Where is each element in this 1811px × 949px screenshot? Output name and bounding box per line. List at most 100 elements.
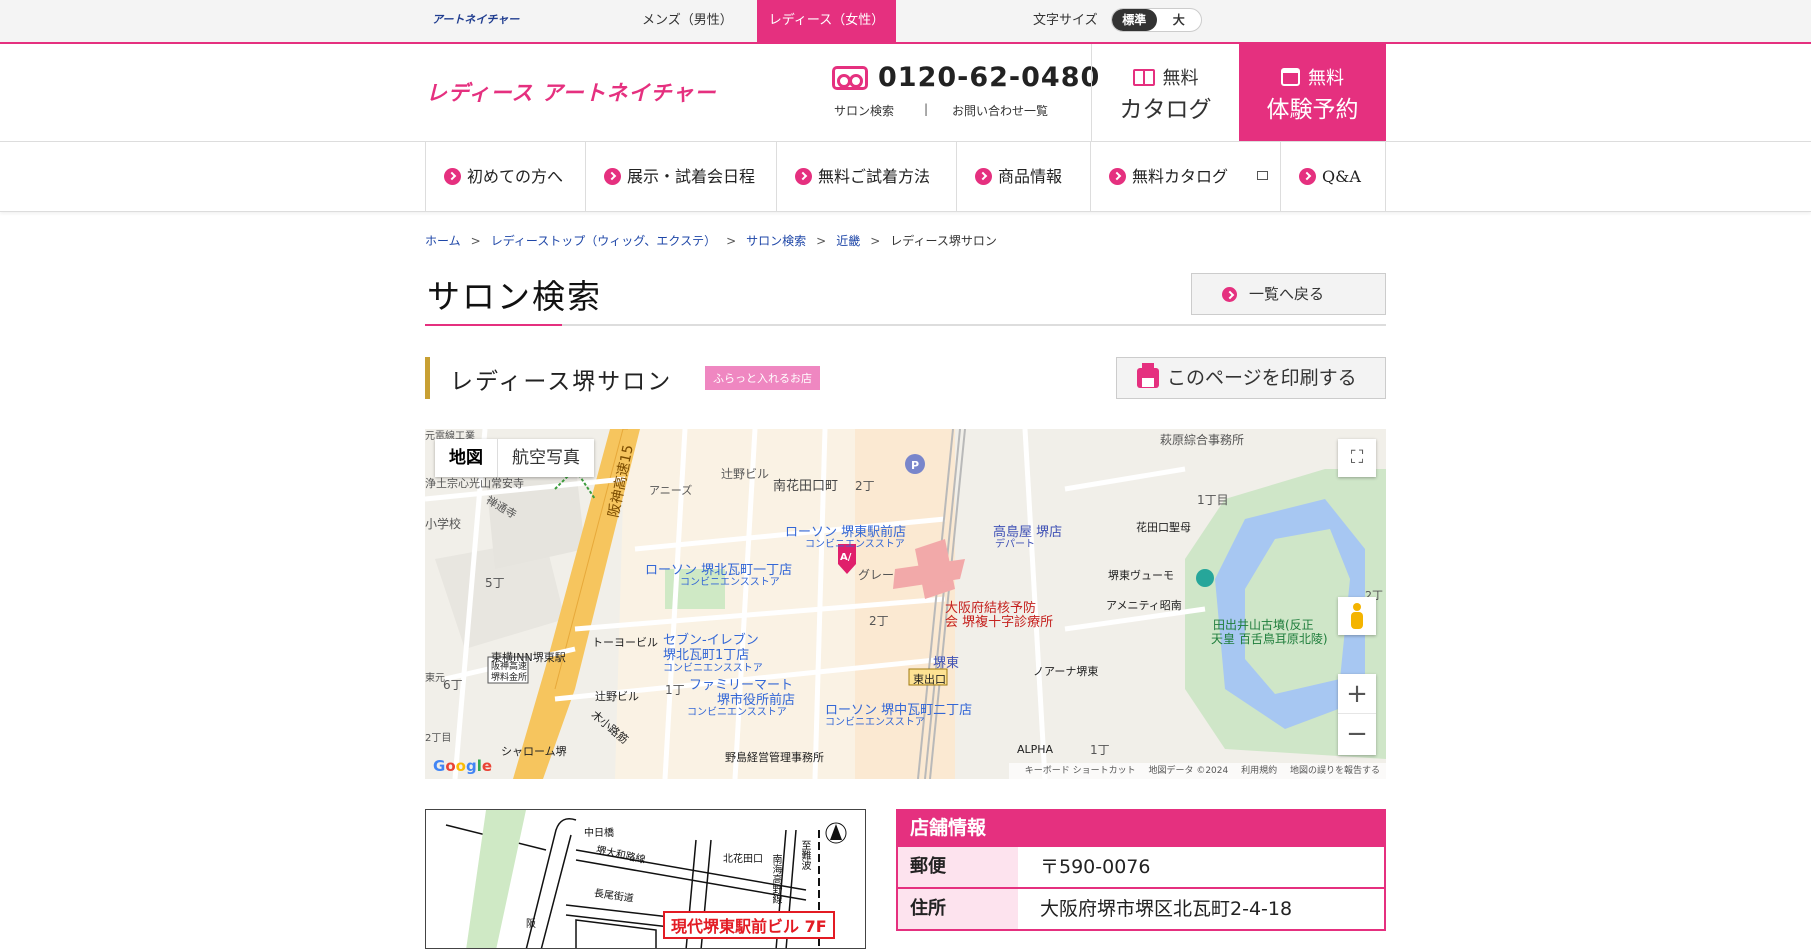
global-nav: 初めての方へ 展示・試着会日程 無料ご試着方法 商品情報 無料カタログ Q&A [0, 142, 1811, 212]
postal-value: 〒590-0076 [1040, 856, 1151, 878]
map-label: シャローム堺 [501, 745, 567, 758]
map-label: 堺東ヴューモ [1108, 569, 1174, 582]
breadcrumb-home[interactable]: ホーム [425, 234, 461, 248]
nav-first-time[interactable]: 初めての方へ [425, 142, 585, 211]
trial-label: 体験予約 [1266, 97, 1359, 123]
free-trial-booking-button[interactable]: 無料 体験予約 [1239, 44, 1386, 141]
map-label: 天皇 百舌鳥耳原北陵) [1211, 632, 1328, 646]
nav-free-catalog[interactable]: 無料カタログ [1090, 142, 1280, 211]
top-bar: アートネイチャー メンズ（男性） レディース（女性） 文字サイズ 標準 大 [0, 0, 1811, 44]
map-tab-satellite[interactable]: 航空写真 [498, 439, 594, 477]
phone-number[interactable]: 0120-62-0480 [878, 62, 1100, 93]
tab-mens[interactable]: メンズ（男性） [642, 0, 733, 42]
zoom-in-button[interactable]: + [1338, 674, 1376, 714]
print-page-button[interactable]: このページを印刷する [1116, 357, 1386, 399]
font-size-standard-button[interactable]: 標準 [1112, 9, 1157, 31]
book-icon [1132, 69, 1155, 86]
map-label: 2丁目 [425, 733, 452, 744]
breadcrumb: ホーム > レディーストップ（ウィッグ、エクステ） > サロン検索 > 近畿 > レディース堺サ… [425, 232, 997, 249]
map-label: 5丁 [485, 576, 505, 590]
svg-text:A/: A/ [840, 552, 852, 563]
catalog-free-label: 無料 [1162, 68, 1199, 89]
nav-exhibition-schedule[interactable]: 展示・試着会日程 [585, 142, 776, 211]
map-label: 2丁 [855, 479, 875, 493]
map-label: 東出口 [913, 673, 946, 686]
map-label: コンビニエンスストア [680, 577, 780, 588]
report-error-link[interactable]: 地図の誤りを報告する [1290, 766, 1380, 776]
back-to-list-button[interactable]: 一覧へ戻る [1191, 273, 1386, 315]
map-label: 南花田口町 [773, 479, 839, 494]
contacts-link[interactable]: お問い合わせ一覧 [952, 102, 1048, 119]
title-underline [425, 324, 1386, 326]
street-view-pegman-icon[interactable] [1338, 597, 1376, 635]
fullscreen-icon[interactable]: ⛶ [1338, 439, 1376, 477]
breadcrumb-salon-search[interactable]: サロン検索 [746, 234, 806, 248]
nav-label: 商品情報 [998, 167, 1063, 186]
building-label: 現代堺東駅前ビル 7F [663, 911, 835, 939]
map-label: アメニティ昭南 [1106, 599, 1182, 612]
breadcrumb-sep: > [816, 234, 827, 248]
access-map-image: 中日橋 堺大和路線 北花田口 至難波 南海高野線 長尾街道 阪 現代堺東駅前ビル… [425, 809, 866, 949]
keyboard-shortcuts-link[interactable]: キーボード ショートカット [1025, 766, 1136, 776]
map-label: ノアーナ堺東 [1033, 665, 1099, 678]
zoom-controls: + − [1338, 674, 1376, 755]
arrow-circle-icon [1109, 168, 1126, 185]
site-header: レディース アートネイチャー 0120-62-0480 サロン検索 | お問い合… [0, 44, 1811, 142]
trial-free-label: 無料 [1308, 68, 1344, 89]
nav-product-info[interactable]: 商品情報 [956, 142, 1090, 211]
breadcrumb-sep: > [726, 234, 737, 248]
site-logo[interactable]: レディース アートネイチャー [426, 77, 716, 107]
salon-search-link[interactable]: サロン検索 [834, 102, 894, 119]
arrow-circle-icon [1299, 168, 1316, 185]
header-link-separator: | [924, 102, 929, 116]
arrow-circle-icon [1222, 287, 1237, 302]
nav-qa[interactable]: Q&A [1280, 142, 1386, 211]
map-label: コンビニエンスストア [825, 717, 925, 728]
nav-label: 無料ご試着方法 [818, 167, 931, 186]
font-size-large-button[interactable]: 大 [1157, 9, 1202, 31]
map-label: グレー [858, 568, 895, 582]
breadcrumb-current: レディース堺サロン [890, 234, 997, 248]
breadcrumb-sep: > [870, 234, 881, 248]
google-map[interactable]: P A/ 萩原綜合事務所 元電線工業 浄土宗心光山常安寺 禅通寺 小学校 辻野ビ… [425, 429, 1386, 779]
store-info-heading: 店舗情報 [896, 809, 1386, 847]
map-label: 萩原綜合事務所 [1160, 433, 1245, 447]
breadcrumb-kinki[interactable]: 近畿 [836, 234, 860, 248]
arrow-circle-icon [795, 168, 812, 185]
free-dial-icon [832, 66, 868, 90]
brand-logo-small[interactable]: アートネイチャー [432, 11, 519, 27]
tab-ladies[interactable]: レディース（女性） [757, 0, 896, 42]
map-data-text: 地図データ ©2024 [1148, 766, 1229, 776]
access-label: 南海高野線 [770, 854, 781, 904]
back-to-list-label: 一覧へ戻る [1249, 285, 1325, 303]
calendar-icon [1281, 68, 1300, 86]
map-label: 2丁 [869, 614, 889, 628]
external-link-icon [1257, 171, 1268, 180]
map-label: トーヨービル [592, 636, 658, 649]
map-label: コンビニエンスストア [663, 663, 763, 674]
map-attribution: キーボード ショートカット 地図データ ©2024 利用規約 地図の誤りを報告す… [1008, 763, 1386, 779]
breadcrumb-ladies-top[interactable]: レディーストップ（ウィッグ、エクステ） [491, 234, 716, 248]
map-label: 花田口聖母 [1136, 521, 1191, 534]
google-logo: Google [433, 757, 493, 775]
map-label: デパート [995, 539, 1035, 550]
map-label: コンビニエンスストア [687, 707, 787, 718]
terms-link[interactable]: 利用規約 [1241, 766, 1277, 776]
free-catalog-button[interactable]: 無料 カタログ [1091, 44, 1239, 141]
address-label: 住所 [898, 889, 1018, 929]
map-label: 堺東 [933, 656, 960, 671]
page-title: サロン検索 [427, 277, 602, 316]
font-size-label: 文字サイズ [1033, 13, 1098, 28]
salon-heading-bar [425, 357, 430, 399]
table-row: 郵便 〒590-0076 [896, 847, 1386, 889]
zoom-out-button[interactable]: − [1338, 714, 1376, 754]
map-tab-map[interactable]: 地図 [435, 439, 498, 477]
table-row: 住所 大阪府堺市堺区北瓦町2-4-18 [896, 889, 1386, 931]
map-label: 辻野ビル [595, 690, 639, 703]
map-label: 会 堺複十字診療所 [945, 615, 1054, 630]
nav-free-fitting[interactable]: 無料ご試着方法 [776, 142, 956, 211]
map-type-tabs: 地図 航空写真 [435, 439, 594, 477]
nav-label: 無料カタログ [1132, 167, 1229, 186]
svg-text:P: P [911, 459, 919, 472]
map-label: 6丁 [443, 678, 463, 692]
